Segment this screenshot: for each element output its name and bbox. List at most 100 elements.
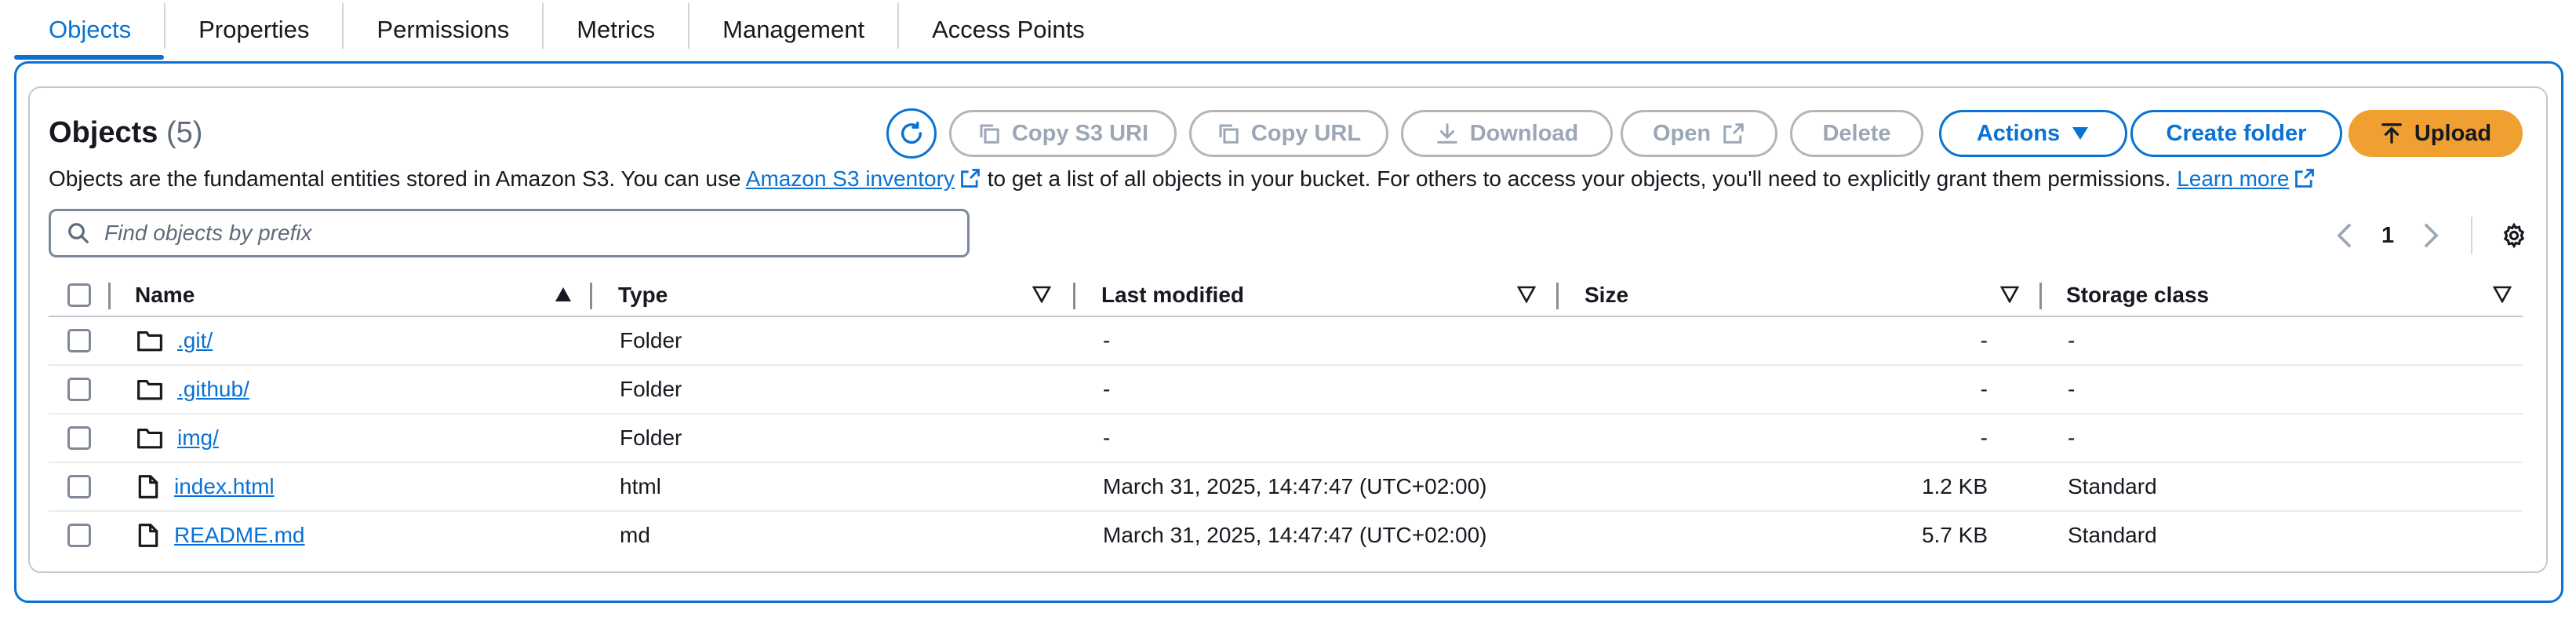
- download-button[interactable]: Download: [1401, 110, 1613, 157]
- open-button[interactable]: Open: [1621, 110, 1777, 157]
- search-box: [49, 209, 970, 257]
- object-name-cell: README.md: [136, 512, 304, 559]
- object-size: 5.7 KB: [1921, 523, 1988, 547]
- description-text: to get a list of all objects in your buc…: [987, 166, 2171, 191]
- pagination-divider: [2471, 217, 2473, 254]
- page-number[interactable]: 1: [2381, 223, 2394, 249]
- copy-url-button[interactable]: Copy URL: [1189, 110, 1388, 157]
- object-last-modified: March 31, 2025, 14:47:47 (UTC+02:00): [1103, 523, 1487, 547]
- download-icon: [1436, 123, 1457, 144]
- column-resizer[interactable]: [2039, 283, 2042, 309]
- object-name-link[interactable]: README.md: [174, 523, 304, 548]
- object-storage-class: Standard: [2068, 474, 2157, 498]
- column-header-last-modified[interactable]: Last modified: [1101, 275, 1244, 316]
- object-name-cell: index.html: [136, 463, 275, 510]
- select-all-cell: [67, 275, 91, 316]
- copy-s3-uri-button[interactable]: Copy S3 URI: [949, 110, 1177, 157]
- object-storage-class: -: [2068, 328, 2076, 352]
- tab-objects[interactable]: Objects: [14, 0, 165, 60]
- sort-ascending-icon[interactable]: [554, 286, 573, 303]
- row-checkbox[interactable]: [67, 426, 91, 450]
- row-checkbox[interactable]: [67, 378, 91, 401]
- search-icon: [68, 223, 89, 243]
- table-row[interactable]: img/Folder - - -: [49, 414, 2523, 463]
- file-icon: [138, 475, 158, 498]
- actions-label: Actions: [1976, 120, 2061, 146]
- object-type: Folder: [620, 328, 682, 352]
- upload-button[interactable]: Upload: [2349, 110, 2523, 157]
- object-name-link[interactable]: .git/: [177, 328, 213, 353]
- external-link-icon: [1723, 123, 1744, 144]
- file-icon: [138, 524, 158, 547]
- copy-s3-uri-label: Copy S3 URI: [1011, 120, 1149, 146]
- tab-bar: Objects Properties Permissions Metrics M…: [14, 0, 1118, 60]
- column-header-type[interactable]: Type: [618, 275, 668, 316]
- copy-icon: [1219, 124, 1239, 144]
- object-size: -: [1980, 425, 1988, 450]
- column-header-size[interactable]: Size: [1585, 275, 1628, 316]
- row-select-cell: [67, 414, 91, 462]
- column-resizer[interactable]: [590, 283, 592, 309]
- tab-management[interactable]: Management: [689, 0, 897, 60]
- table-row[interactable]: .git/Folder - - -: [49, 317, 2523, 366]
- object-name-link[interactable]: index.html: [174, 474, 275, 499]
- object-name-link[interactable]: .github/: [177, 377, 249, 402]
- row-select-cell: [67, 317, 91, 364]
- column-resizer[interactable]: [1073, 283, 1075, 309]
- learn-more-label: Learn more: [2177, 166, 2290, 191]
- object-name-cell: img/: [136, 414, 219, 462]
- tab-access-points[interactable]: Access Points: [899, 0, 1118, 60]
- chevron-right-icon[interactable]: [2422, 222, 2440, 249]
- sort-icon[interactable]: [2493, 286, 2512, 303]
- delete-button[interactable]: Delete: [1790, 110, 1923, 157]
- object-name-cell: .git/: [136, 317, 213, 364]
- tab-properties[interactable]: Properties: [166, 0, 342, 60]
- object-size: 1.2 KB: [1921, 474, 1988, 498]
- row-checkbox[interactable]: [67, 329, 91, 352]
- table-row[interactable]: .github/Folder - - -: [49, 366, 2523, 414]
- description-text: Objects are the fundamental entities sto…: [49, 166, 741, 191]
- object-last-modified: -: [1103, 328, 1111, 352]
- table-row[interactable]: README.md md March 31, 2025, 14:47:47 (UTC…: [49, 512, 2523, 560]
- refresh-button[interactable]: [886, 108, 937, 159]
- column-header-storage-class[interactable]: Storage class: [2066, 275, 2209, 316]
- row-select-cell: [67, 463, 91, 510]
- column-header-name[interactable]: Name: [135, 275, 195, 316]
- object-name-link[interactable]: img/: [177, 425, 219, 451]
- select-all-checkbox[interactable]: [67, 283, 91, 307]
- sort-icon[interactable]: [2000, 286, 2019, 303]
- table-row[interactable]: index.html html March 31, 2025, 14:47:47 (…: [49, 463, 2523, 512]
- object-last-modified: -: [1103, 377, 1111, 401]
- external-link-icon: [961, 169, 980, 188]
- row-checkbox[interactable]: [67, 475, 91, 498]
- sort-icon[interactable]: [1032, 286, 1051, 303]
- chevron-left-icon[interactable]: [2336, 222, 2353, 249]
- folder-icon: [137, 428, 162, 449]
- object-type: md: [620, 523, 650, 547]
- learn-more-link[interactable]: Learn more: [2177, 166, 2316, 191]
- column-resizer[interactable]: [108, 283, 111, 309]
- s3-inventory-link[interactable]: Amazon S3 inventory: [746, 166, 981, 191]
- search-input[interactable]: [104, 221, 889, 246]
- gear-icon[interactable]: [2501, 222, 2527, 249]
- sort-icon[interactable]: [1517, 286, 1536, 303]
- upload-icon: [2381, 123, 2402, 144]
- caret-down-icon: [2072, 127, 2089, 140]
- open-label: Open: [1652, 120, 1712, 146]
- page-title-text: Objects: [49, 116, 158, 149]
- upload-label: Upload: [2414, 120, 2492, 146]
- create-folder-button[interactable]: Create folder: [2130, 110, 2342, 157]
- object-count: (5): [166, 116, 203, 149]
- create-folder-label: Create folder: [2166, 120, 2307, 146]
- object-type: Folder: [620, 377, 682, 401]
- tab-permissions[interactable]: Permissions: [344, 0, 542, 60]
- object-storage-class: -: [2068, 425, 2076, 450]
- actions-dropdown[interactable]: Actions: [1939, 110, 2127, 157]
- object-storage-class: -: [2068, 377, 2076, 401]
- download-label: Download: [1469, 120, 1579, 146]
- tab-metrics[interactable]: Metrics: [544, 0, 688, 60]
- row-checkbox[interactable]: [67, 524, 91, 547]
- table-body: .git/Folder - - - .github/Folder - - - img/Folde…: [49, 317, 2523, 560]
- page-title: Objects (5): [49, 116, 202, 150]
- column-resizer[interactable]: [1556, 283, 1559, 309]
